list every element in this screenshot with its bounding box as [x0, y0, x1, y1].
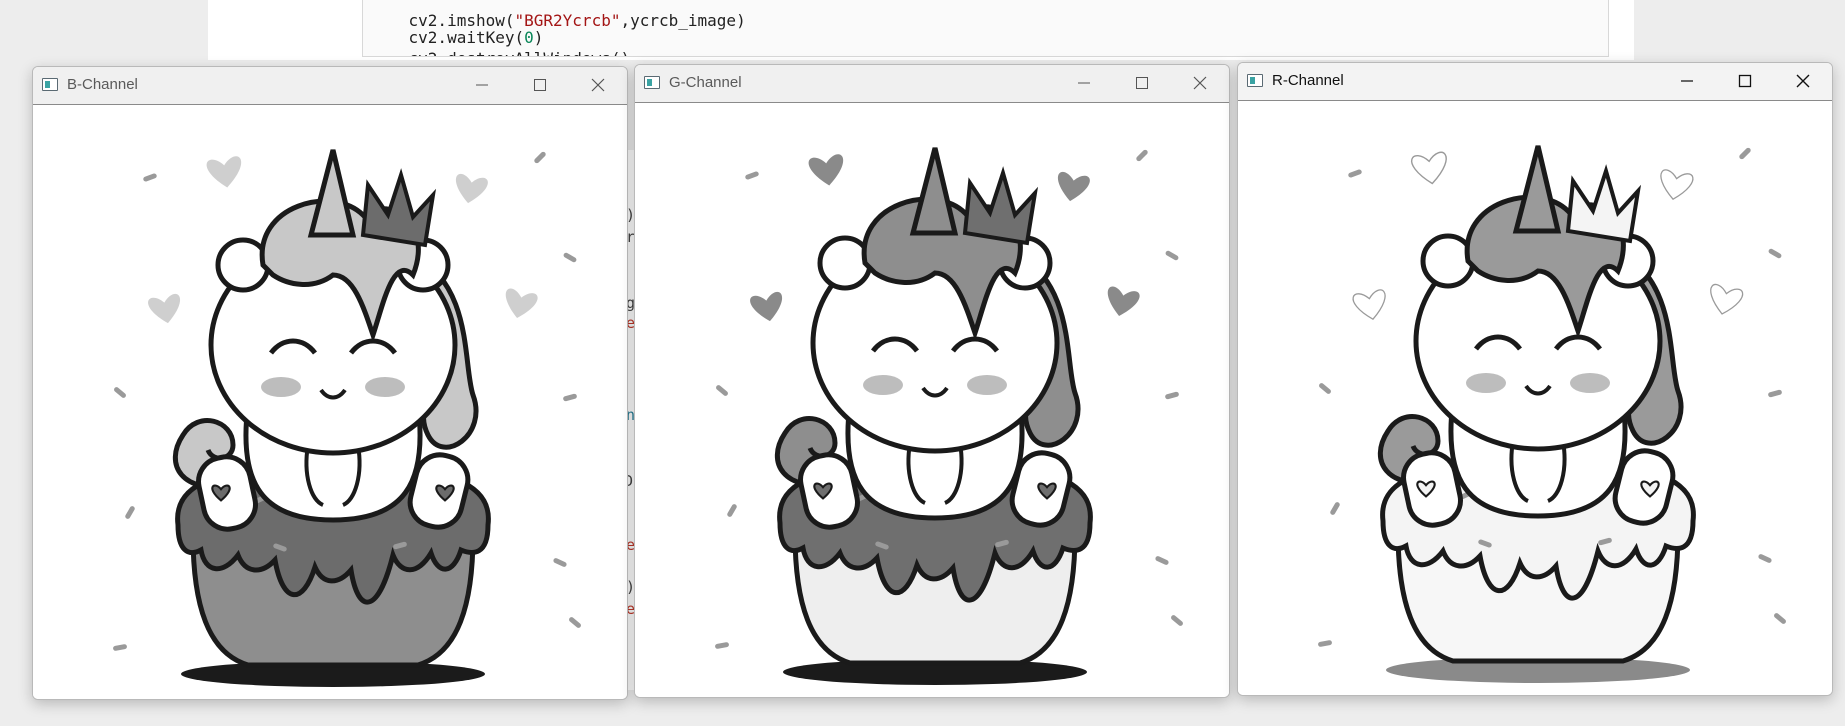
minimize-button[interactable]: [1055, 65, 1113, 101]
image-window-g-channel[interactable]: G-Channel: [634, 64, 1230, 698]
maximize-button[interactable]: [1113, 65, 1171, 101]
image-window-r-channel[interactable]: R-Channel: [1237, 62, 1833, 696]
close-button[interactable]: [569, 67, 627, 103]
unicorn-cheek-left: [261, 377, 301, 397]
sprinkle: [1318, 640, 1332, 647]
sprinkle: [1768, 389, 1782, 398]
sprinkle: [1768, 248, 1782, 259]
unicorn-crown: [1565, 164, 1642, 244]
minimize-icon: [476, 84, 488, 86]
sprinkle: [1319, 383, 1331, 394]
app-icon: [42, 78, 58, 91]
image-window-b-channel[interactable]: B-Channel: [32, 66, 628, 700]
heart-shape: [1660, 169, 1694, 200]
heart-shape: [808, 154, 844, 186]
window-title: G-Channel: [669, 74, 742, 91]
sprinkle: [569, 617, 581, 628]
sprinkle: [1136, 149, 1148, 162]
maximize-button[interactable]: [511, 67, 569, 103]
unicorn-cheek-right: [967, 375, 1007, 395]
close-icon: [591, 78, 605, 92]
heart-shape: [1107, 286, 1140, 316]
unicorn-horn: [1512, 145, 1562, 234]
close-button[interactable]: [1171, 65, 1229, 101]
heart-shape: [206, 156, 242, 188]
minimize-icon: [1078, 82, 1090, 84]
unicorn-image: [1318, 145, 1786, 683]
unicorn-image: [715, 147, 1183, 685]
sprinkle: [1155, 556, 1169, 565]
sprinkle: [1171, 615, 1183, 626]
sprinkle: [534, 151, 546, 164]
unicorn-cheek-left: [1466, 373, 1506, 393]
window-title: B-Channel: [67, 76, 138, 93]
image-canvas: [33, 105, 627, 699]
window-title: R-Channel: [1272, 72, 1344, 89]
app-icon: [1247, 74, 1263, 87]
sprinkle: [1330, 502, 1340, 515]
sprinkle: [1758, 554, 1772, 563]
sprinkle: [563, 252, 577, 263]
sprinkle: [1739, 147, 1751, 160]
close-icon: [1193, 76, 1207, 90]
unicorn-crown: [962, 166, 1039, 246]
minimize-icon: [1681, 80, 1693, 82]
minimize-button[interactable]: [453, 67, 511, 103]
heart-shape: [148, 293, 180, 324]
sprinkle: [125, 506, 135, 519]
unicorn-horn: [307, 149, 357, 238]
heart-shape: [750, 291, 782, 322]
image-canvas: [635, 103, 1229, 697]
unicorn-horn: [909, 147, 959, 236]
titlebar[interactable]: G-Channel: [635, 65, 1229, 103]
sprinkle: [114, 387, 126, 398]
titlebar[interactable]: R-Channel: [1238, 63, 1832, 101]
image-canvas: [1238, 101, 1832, 695]
maximize-icon: [534, 79, 546, 91]
heart-shape: [1058, 171, 1090, 202]
sprinkle: [715, 642, 729, 649]
code-cell[interactable]: cv2.imshow("BGR2Ycrcb",ycrcb_image) cv2.…: [362, 0, 1609, 57]
minimize-button[interactable]: [1658, 63, 1716, 99]
code-line-3: cv2.destroyAllWindows(): [370, 29, 631, 56]
close-icon: [1796, 74, 1810, 88]
sprinkle: [1348, 169, 1362, 178]
titlebar[interactable]: B-Channel: [33, 67, 627, 105]
sprinkle: [1165, 391, 1179, 400]
sprinkle: [1165, 250, 1179, 261]
unicorn-cheek-right: [1570, 373, 1610, 393]
sprinkle: [745, 171, 759, 180]
maximize-icon: [1738, 74, 1752, 88]
maximize-button[interactable]: [1716, 63, 1774, 99]
sprinkle: [716, 385, 728, 396]
unicorn-crown: [360, 168, 437, 248]
heart-shape: [456, 173, 488, 204]
maximize-icon: [1136, 77, 1148, 89]
sprinkle: [727, 504, 737, 517]
sprinkle: [563, 393, 577, 402]
app-icon: [644, 76, 660, 89]
unicorn-image: [113, 149, 581, 687]
close-button[interactable]: [1774, 63, 1832, 99]
heart-shape: [1352, 289, 1386, 320]
sprinkle: [553, 558, 567, 567]
heart-shape: [1411, 151, 1447, 185]
unicorn-cheek-left: [863, 375, 903, 395]
sprinkle: [143, 173, 157, 182]
sprinkle: [113, 644, 127, 651]
heart-shape: [1710, 283, 1744, 315]
sprinkle: [1774, 613, 1786, 624]
unicorn-cheek-right: [365, 377, 405, 397]
heart-shape: [505, 288, 538, 318]
